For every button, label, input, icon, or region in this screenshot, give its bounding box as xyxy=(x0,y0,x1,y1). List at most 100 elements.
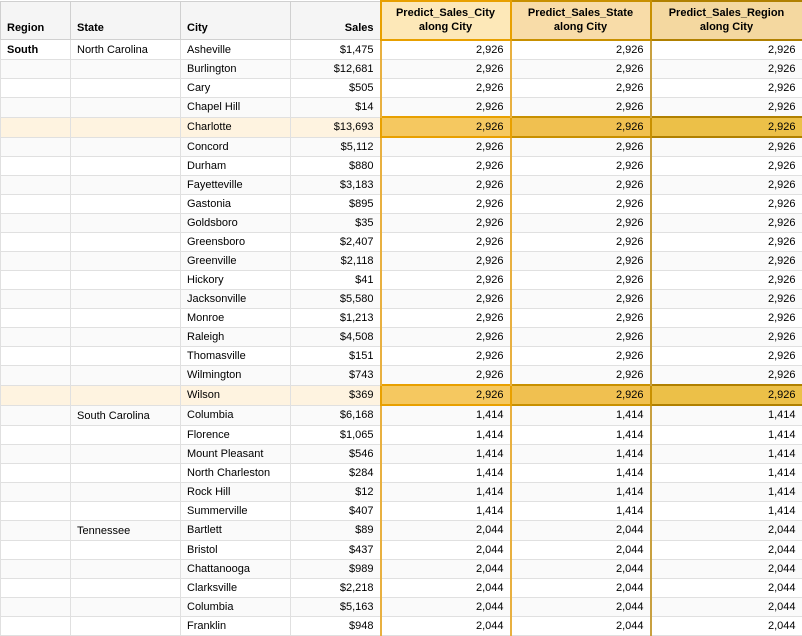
cell-pred1: 2,044 xyxy=(381,520,511,540)
cell-city: Franklin xyxy=(181,616,291,635)
cell-pred2: 2,926 xyxy=(511,137,651,157)
cell-sales: $1,065 xyxy=(291,425,381,444)
table-row: Cary$5052,9262,9262,926 xyxy=(1,79,802,98)
table-row: Rock Hill$121,4141,4141,414 xyxy=(1,482,802,501)
cell-pred3: 1,414 xyxy=(651,405,802,425)
cell-pred1: 2,044 xyxy=(381,597,511,616)
cell-sales: $3,183 xyxy=(291,176,381,195)
cell-state xyxy=(71,98,181,118)
cell-region xyxy=(1,60,71,79)
cell-pred3: 2,926 xyxy=(651,214,802,233)
cell-region xyxy=(1,309,71,328)
table-row: Bristol$4372,0442,0442,044 xyxy=(1,540,802,559)
cell-pred3: 2,926 xyxy=(651,79,802,98)
cell-pred2: 2,926 xyxy=(511,79,651,98)
table-row: North Charleston$2841,4141,4141,414 xyxy=(1,463,802,482)
table-row: Concord$5,1122,9262,9262,926 xyxy=(1,137,802,157)
cell-pred2: 2,926 xyxy=(511,40,651,60)
cell-pred2: 1,414 xyxy=(511,444,651,463)
table-row: Greensboro$2,4072,9262,9262,926 xyxy=(1,233,802,252)
cell-state xyxy=(71,463,181,482)
cell-pred2: 2,926 xyxy=(511,328,651,347)
cell-state xyxy=(71,137,181,157)
cell-pred3: 2,926 xyxy=(651,290,802,309)
cell-region xyxy=(1,616,71,635)
table-row: Goldsboro$352,9262,9262,926 xyxy=(1,214,802,233)
cell-region xyxy=(1,271,71,290)
cell-region: South xyxy=(1,40,71,60)
cell-pred3: 2,044 xyxy=(651,520,802,540)
cell-city: Hickory xyxy=(181,271,291,290)
table-row: Gastonia$8952,9262,9262,926 xyxy=(1,195,802,214)
cell-state xyxy=(71,176,181,195)
cell-sales: $4,508 xyxy=(291,328,381,347)
cell-pred2: 1,414 xyxy=(511,463,651,482)
header-pred1: Predict_Sales_Cityalong City xyxy=(381,1,511,40)
cell-region xyxy=(1,520,71,540)
table-row: Chattanooga$9892,0442,0442,044 xyxy=(1,559,802,578)
cell-state xyxy=(71,290,181,309)
cell-sales: $546 xyxy=(291,444,381,463)
table-row: Thomasville$1512,9262,9262,926 xyxy=(1,347,802,366)
cell-sales: $2,407 xyxy=(291,233,381,252)
cell-pred3: 1,414 xyxy=(651,501,802,520)
cell-city: Greenville xyxy=(181,252,291,271)
cell-pred1: 2,926 xyxy=(381,252,511,271)
cell-region xyxy=(1,347,71,366)
cell-sales: $880 xyxy=(291,157,381,176)
cell-state xyxy=(71,271,181,290)
cell-pred1: 2,926 xyxy=(381,271,511,290)
cell-pred2: 2,044 xyxy=(511,616,651,635)
table-row: Monroe$1,2132,9262,9262,926 xyxy=(1,309,802,328)
cell-pred1: 2,926 xyxy=(381,328,511,347)
table-row: Raleigh$4,5082,9262,9262,926 xyxy=(1,328,802,347)
cell-region xyxy=(1,137,71,157)
cell-pred1: 2,044 xyxy=(381,540,511,559)
cell-sales: $437 xyxy=(291,540,381,559)
table-row: Chapel Hill$142,9262,9262,926 xyxy=(1,98,802,118)
cell-sales: $1,213 xyxy=(291,309,381,328)
cell-pred3: 2,926 xyxy=(651,98,802,118)
cell-state: South Carolina xyxy=(71,405,181,425)
table-row: Wilson$3692,9262,9262,926 xyxy=(1,385,802,405)
cell-pred1: 2,926 xyxy=(381,366,511,386)
cell-sales: $743 xyxy=(291,366,381,386)
cell-sales: $41 xyxy=(291,271,381,290)
cell-pred2: 2,926 xyxy=(511,366,651,386)
cell-state xyxy=(71,79,181,98)
cell-state xyxy=(71,559,181,578)
cell-region xyxy=(1,176,71,195)
cell-pred3: 2,926 xyxy=(651,347,802,366)
cell-pred2: 2,926 xyxy=(511,290,651,309)
cell-pred2: 2,926 xyxy=(511,385,651,405)
cell-state xyxy=(71,157,181,176)
cell-state xyxy=(71,482,181,501)
header-pred2: Predict_Sales_Statealong City xyxy=(511,1,651,40)
header-state: State xyxy=(71,1,181,40)
cell-pred1: 1,414 xyxy=(381,444,511,463)
header-pred3: Predict_Sales_Regionalong City xyxy=(651,1,802,40)
cell-pred1: 1,414 xyxy=(381,463,511,482)
cell-city: Clarksville xyxy=(181,578,291,597)
cell-city: Chattanooga xyxy=(181,559,291,578)
cell-city: Bartlett xyxy=(181,520,291,540)
cell-state xyxy=(71,425,181,444)
cell-pred2: 2,044 xyxy=(511,540,651,559)
cell-region xyxy=(1,425,71,444)
cell-state xyxy=(71,233,181,252)
cell-pred3: 2,926 xyxy=(651,233,802,252)
cell-region xyxy=(1,98,71,118)
cell-pred1: 2,044 xyxy=(381,559,511,578)
cell-sales: $895 xyxy=(291,195,381,214)
cell-pred2: 1,414 xyxy=(511,482,651,501)
cell-region xyxy=(1,578,71,597)
cell-pred3: 2,926 xyxy=(651,176,802,195)
cell-pred3: 1,414 xyxy=(651,425,802,444)
cell-sales: $1,475 xyxy=(291,40,381,60)
cell-city: Greensboro xyxy=(181,233,291,252)
cell-pred3: 2,926 xyxy=(651,271,802,290)
cell-pred1: 2,926 xyxy=(381,137,511,157)
cell-sales: $14 xyxy=(291,98,381,118)
cell-state xyxy=(71,501,181,520)
cell-sales: $151 xyxy=(291,347,381,366)
